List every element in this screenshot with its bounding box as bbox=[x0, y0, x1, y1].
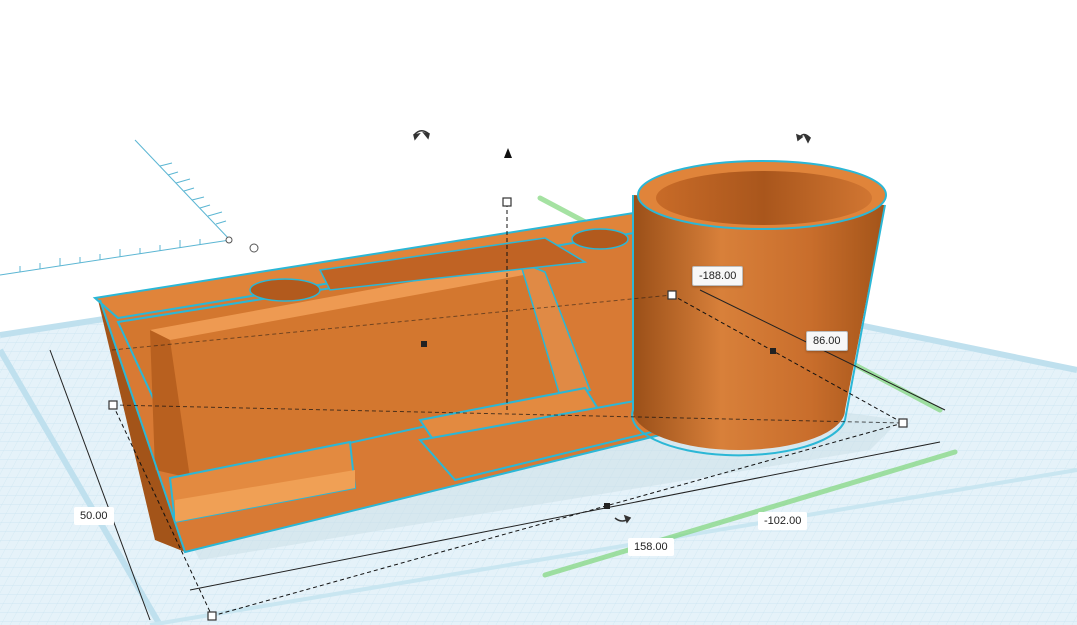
rotate-arrow-icon[interactable] bbox=[413, 130, 430, 141]
3d-scene[interactable] bbox=[0, 0, 1077, 625]
ruler-ticks-y bbox=[159, 162, 227, 225]
square-handle-icon bbox=[502, 197, 512, 207]
square-handle-icon bbox=[667, 290, 677, 300]
square-handle-icon bbox=[898, 418, 908, 428]
rotate-arrow-icon[interactable] bbox=[795, 133, 812, 144]
height-dimension-label[interactable]: 50.00 bbox=[74, 507, 114, 525]
width-dimension-label[interactable]: -102.00 bbox=[758, 512, 808, 530]
length-dimension-label[interactable]: 158.00 bbox=[628, 538, 674, 556]
square-handle-icon bbox=[108, 400, 118, 410]
workplane-viewport[interactable]: 50.00 158.00 -102.00 -188.00 86.00 bbox=[0, 0, 1077, 625]
offset-y-dimension-input[interactable]: 86.00 bbox=[806, 331, 848, 351]
triangle-up-arrow-icon[interactable] bbox=[504, 148, 512, 158]
ruler-ticks-x bbox=[19, 239, 201, 272]
offset-x-dimension-input[interactable]: -188.00 bbox=[692, 266, 744, 286]
ruler[interactable] bbox=[0, 139, 233, 276]
square-handle-icon bbox=[207, 611, 217, 621]
ruler-origin-icon[interactable] bbox=[249, 243, 259, 253]
